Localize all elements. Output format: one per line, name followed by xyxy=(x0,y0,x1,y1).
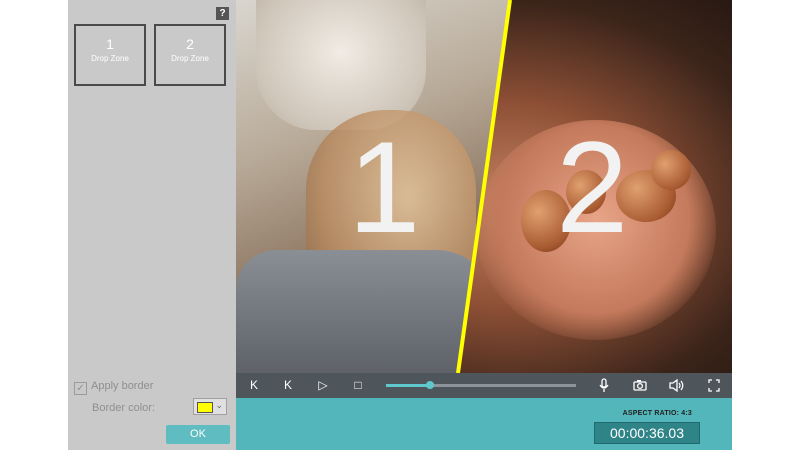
video-preview: 1 2 xyxy=(236,0,732,373)
apply-border-label: Apply border xyxy=(91,380,154,392)
previous-icon[interactable]: K xyxy=(246,377,262,394)
info-bar: ASPECT RATIO: 4:3 00:00:36.03 xyxy=(236,398,732,450)
help-icon[interactable]: ? xyxy=(216,7,229,20)
playback-controls: K K ▷ □ xyxy=(236,373,732,398)
zone-2-overlay-number: 2 xyxy=(556,114,629,260)
play-icon[interactable]: ▷ xyxy=(315,377,331,394)
fullscreen-icon[interactable] xyxy=(706,377,722,394)
apply-border-checkbox[interactable]: ✓ Apply border xyxy=(74,380,153,395)
drop-zone-label: Drop Zone xyxy=(91,54,129,63)
ok-button[interactable]: OK xyxy=(166,425,230,444)
volume-icon[interactable] xyxy=(668,377,686,394)
drop-zone-label: Drop Zone xyxy=(171,54,209,63)
stop-icon[interactable]: □ xyxy=(350,377,366,394)
border-color-picker[interactable]: ⌄ xyxy=(193,398,227,415)
color-swatch xyxy=(197,402,213,413)
split-divider[interactable] xyxy=(236,0,732,373)
chevron-down-icon: ⌄ xyxy=(215,400,223,410)
progress-fill xyxy=(386,384,430,387)
zone-1-overlay-number: 1 xyxy=(348,114,421,260)
drop-zone-2[interactable]: 2 Drop Zone xyxy=(154,24,226,86)
border-color-label: Border color: xyxy=(92,402,155,414)
camera-icon[interactable] xyxy=(632,377,648,394)
drop-zone-number: 2 xyxy=(186,36,194,52)
split-screen-panel: ? 1 Drop Zone 2 Drop Zone ✓ Apply border … xyxy=(68,0,236,450)
progress-slider[interactable] xyxy=(386,381,576,389)
checkmark-icon: ✓ xyxy=(74,382,87,395)
timecode-display: 00:00:36.03 xyxy=(594,422,700,444)
next-icon[interactable]: K xyxy=(280,377,296,394)
aspect-ratio-label: ASPECT RATIO: 4:3 xyxy=(622,410,692,417)
progress-handle[interactable] xyxy=(425,381,434,389)
microphone-icon[interactable] xyxy=(596,377,612,394)
drop-zone-number: 1 xyxy=(106,36,114,52)
drop-zone-1[interactable]: 1 Drop Zone xyxy=(74,24,146,86)
